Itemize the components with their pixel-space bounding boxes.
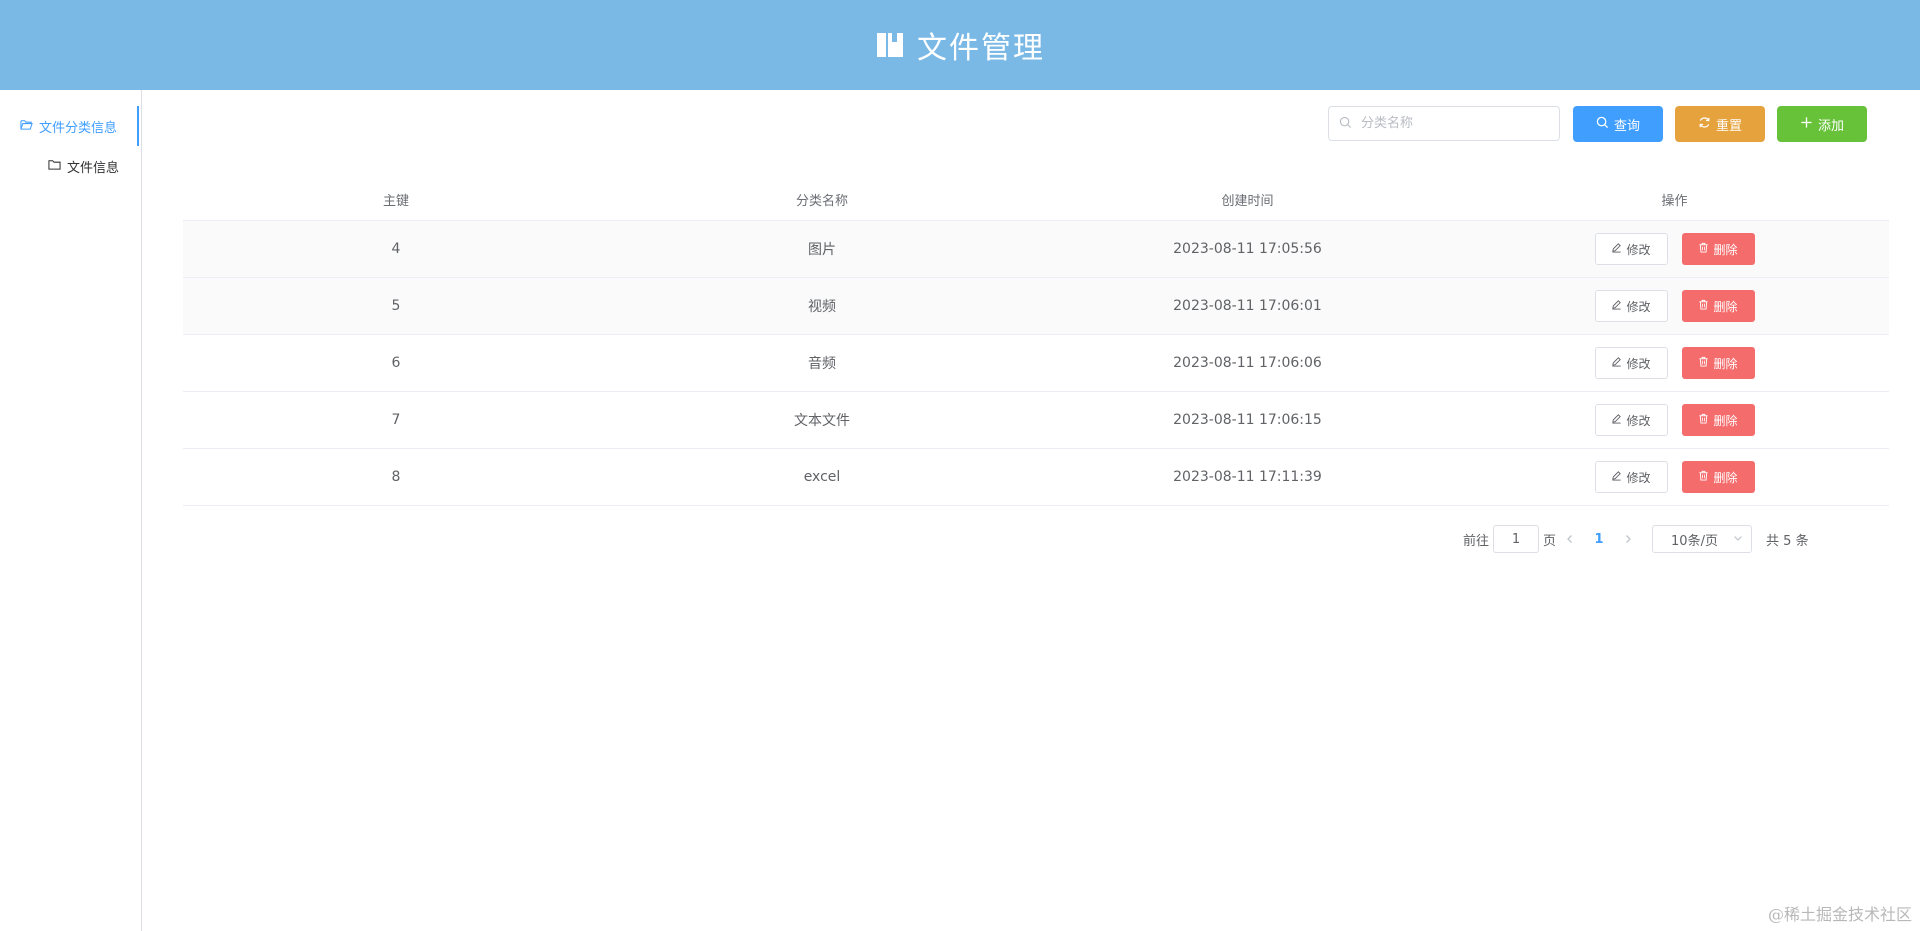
edit-button[interactable]: 修改 [1594,461,1668,493]
cell-name: 音频 [808,356,836,372]
edit-button[interactable]: 修改 [1594,404,1668,436]
trash-icon [1698,470,1709,484]
table-row: 4 图片 2023-08-11 17:05:56 修改 删除 [183,221,1889,278]
edit-icon [1611,413,1622,427]
delete-button-label: 删除 [1713,242,1738,257]
trash-icon [1698,242,1709,256]
total-count: 共 5 条 [1766,533,1809,549]
cell-name: 文本文件 [794,413,850,429]
cell-actions: 修改 删除 [1460,461,1889,493]
delete-button[interactable]: 删除 [1681,233,1755,265]
cell-actions: 修改 删除 [1460,233,1889,265]
table-row: 6 音频 2023-08-11 17:06:06 修改 删除 [183,335,1889,392]
category-table: 主键 分类名称 创建时间 操作 4 图片 2023-08-11 17:05:56… [183,178,1889,506]
edit-icon [1611,299,1622,313]
add-button-label: 添加 [1817,118,1844,134]
search-input[interactable] [1359,115,1549,132]
reset-button[interactable]: 重置 [1675,106,1765,142]
reset-button-label: 重置 [1715,118,1742,134]
delete-button-label: 删除 [1713,470,1738,485]
cell-id: 4 [391,241,401,257]
goto-page-input[interactable] [1493,525,1540,553]
cell-actions: 修改 删除 [1460,404,1889,436]
table-row: 7 文本文件 2023-08-11 17:06:15 修改 删除 [183,392,1889,449]
cell-actions: 修改 删除 [1460,290,1889,322]
cell-name: excel [803,469,841,485]
cell-created: 2023-08-11 17:06:01 [1173,298,1322,314]
delete-button[interactable]: 删除 [1681,290,1755,322]
delete-button-label: 删除 [1713,299,1738,314]
trash-icon [1698,299,1709,313]
chevron-right-icon [1626,535,1631,543]
cell-id: 6 [391,355,401,371]
edit-icon [1611,242,1622,256]
edit-button-label: 修改 [1626,242,1651,257]
sidebar-item-file-category[interactable]: 文件分类信息 [20,106,140,146]
goto-prefix: 前往 [1463,533,1490,549]
cell-id: 8 [391,469,401,485]
query-button-label: 查询 [1613,118,1640,134]
table-header: 主键 分类名称 创建时间 操作 [183,178,1889,221]
folder-open-icon [20,118,33,135]
cell-created: 2023-08-11 17:05:56 [1173,241,1322,257]
folder-icon [48,158,61,175]
edit-button-label: 修改 [1626,470,1651,485]
page-title: 文件管理 [917,31,1045,66]
edit-button-label: 修改 [1626,356,1651,371]
chevron-down-icon [1733,532,1743,547]
watermark: @稀土掘金技术社区 [1767,905,1912,924]
delete-button-label: 删除 [1713,356,1738,371]
sidebar-item-label: 文件信息 [67,161,120,176]
sidebar-item-label: 文件分类信息 [39,121,118,136]
sidebar: 文件分类信息 文件信息 [0,90,142,931]
page-size-select[interactable]: 10条/页 [1652,525,1753,553]
edit-button[interactable]: 修改 [1594,233,1668,265]
pagination: 前往 页 1 10条/页 共 5 条 [1463,524,1809,554]
cell-actions: 修改 删除 [1460,347,1889,379]
query-button[interactable]: 查询 [1573,106,1663,142]
cell-id: 7 [391,412,401,428]
delete-button[interactable]: 删除 [1681,347,1755,379]
trash-icon [1698,413,1709,427]
search-field[interactable] [1328,106,1560,141]
refresh-icon [1698,116,1711,133]
delete-button[interactable]: 删除 [1681,461,1755,493]
prev-page-button[interactable] [1556,525,1584,553]
next-page-button[interactable] [1614,525,1642,553]
sidebar-item-file-info[interactable]: 文件信息 [48,157,119,176]
plus-icon [1800,116,1813,133]
edit-button[interactable]: 修改 [1594,290,1668,322]
page-size-value: 10条/页 [1671,533,1718,549]
cell-created: 2023-08-11 17:06:06 [1173,355,1322,371]
column-header-created: 创建时间 [1221,193,1274,209]
app-header: 文件管理 [0,0,1920,90]
cell-name: 视频 [808,299,836,315]
edit-icon [1611,356,1622,370]
search-icon [1339,114,1352,133]
edit-button-label: 修改 [1626,299,1651,314]
delete-button[interactable]: 删除 [1681,404,1755,436]
edit-button-label: 修改 [1626,413,1651,428]
cell-created: 2023-08-11 17:11:39 [1173,469,1322,485]
table-row: 8 excel 2023-08-11 17:11:39 修改 删除 [183,449,1889,506]
table-body: 4 图片 2023-08-11 17:05:56 修改 删除 5 视频 2023… [183,221,1889,506]
cell-created: 2023-08-11 17:06:15 [1173,412,1322,428]
book-icon [875,30,905,60]
edit-icon [1611,470,1622,484]
search-icon [1596,116,1609,133]
table-row: 5 视频 2023-08-11 17:06:01 修改 删除 [183,278,1889,335]
goto-suffix: 页 [1543,533,1557,549]
add-button[interactable]: 添加 [1777,106,1867,142]
page-number[interactable]: 1 [1584,525,1614,553]
column-header-id: 主键 [382,193,409,209]
edit-button[interactable]: 修改 [1594,347,1668,379]
column-header-name: 分类名称 [795,193,848,209]
cell-name: 图片 [808,242,836,258]
column-header-actions: 操作 [1661,193,1688,209]
chevron-left-icon [1567,535,1572,543]
trash-icon [1698,356,1709,370]
delete-button-label: 删除 [1713,413,1738,428]
cell-id: 5 [391,298,401,314]
header-title-group: 文件管理 [875,23,1045,67]
